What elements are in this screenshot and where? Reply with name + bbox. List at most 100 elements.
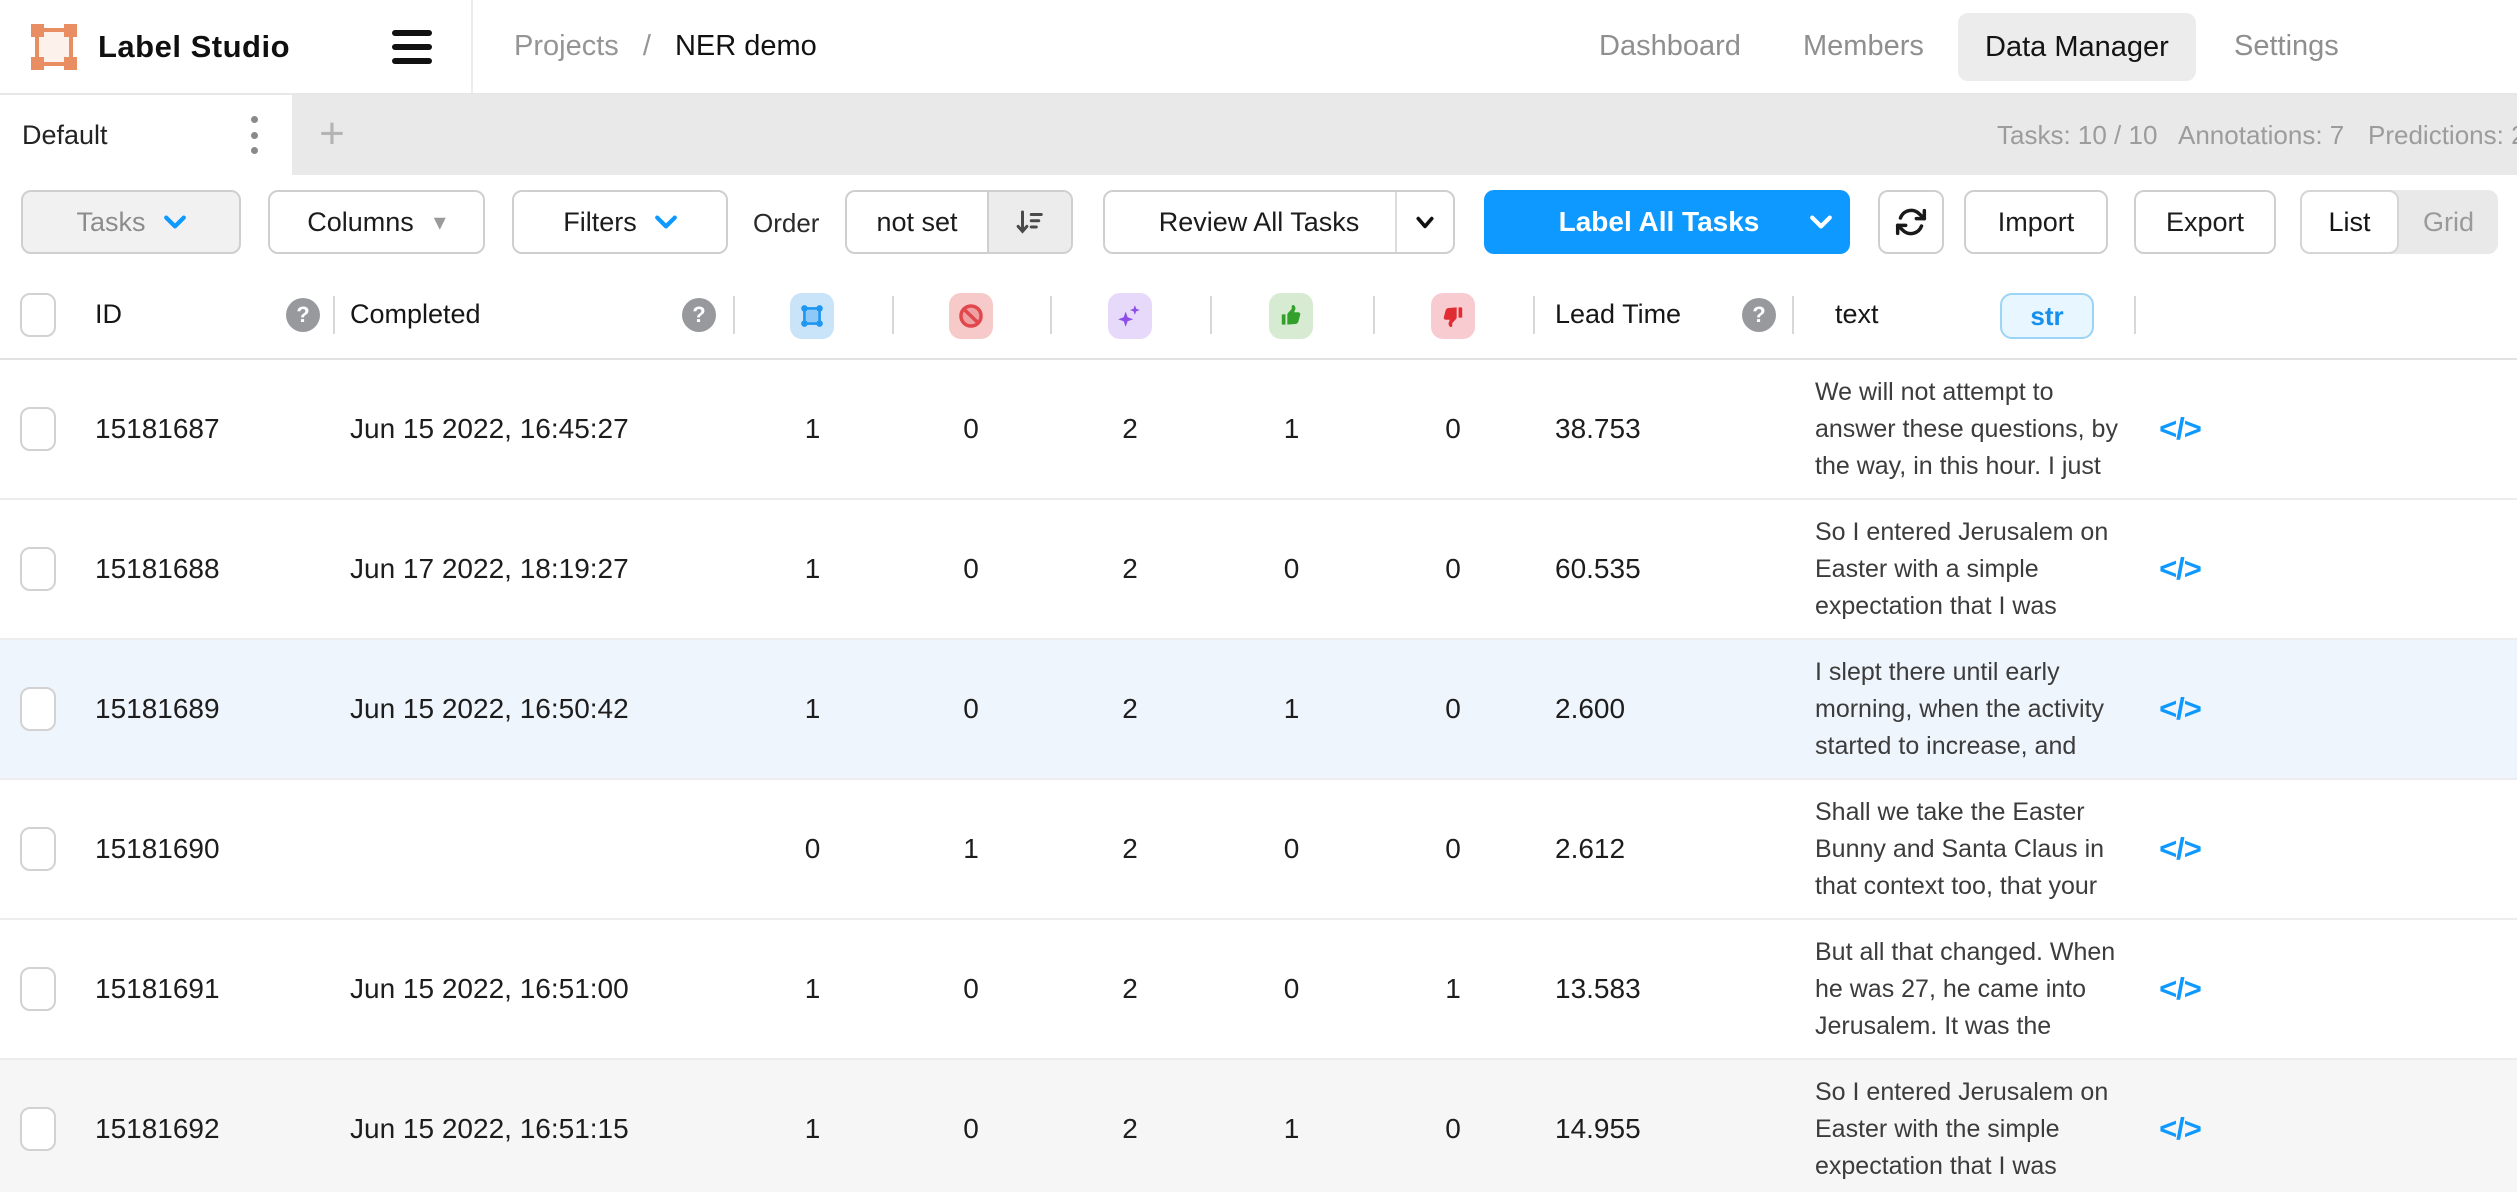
review-all-tasks-button[interactable]: Review All Tasks — [1103, 190, 1455, 254]
chevron-down-icon — [655, 215, 677, 229]
breadcrumb-projects-link[interactable]: Projects — [514, 30, 619, 62]
row-checkbox[interactable] — [20, 967, 56, 1011]
annotations-value: 1 — [733, 360, 892, 498]
table-row[interactable]: 15181691 Jun 15 2022, 16:51:00 1 0 2 0 1… — [0, 920, 2517, 1060]
brand-title: Label Studio — [98, 0, 290, 93]
tab-options-kebab-icon[interactable] — [244, 116, 264, 154]
view-source-icon[interactable]: </> — [2135, 920, 2225, 1058]
completed-at: Jun 17 2022, 18:19:27 — [350, 500, 629, 638]
column-resize-handle[interactable] — [1050, 296, 1052, 334]
column-header-cancelled-annotations[interactable] — [949, 293, 993, 339]
chevron-down-icon — [164, 215, 186, 229]
column-resize-handle[interactable] — [333, 296, 335, 334]
predictions-value: 2 — [1050, 500, 1210, 638]
column-resize-handle[interactable] — [2134, 296, 2136, 334]
rejected-value: 0 — [1373, 1060, 1533, 1192]
lead-time-value: 2.612 — [1555, 780, 1625, 918]
view-source-icon[interactable]: </> — [2135, 640, 2225, 778]
lead-time-value: 14.955 — [1555, 1060, 1641, 1192]
view-source-icon[interactable]: </> — [2135, 780, 2225, 918]
nav-settings[interactable]: Settings — [2234, 0, 2339, 93]
header-divider — [471, 0, 473, 93]
view-tabs-bar: Default + Tasks: 10 / 10 Annotations: 7 … — [0, 95, 2517, 175]
column-resize-handle[interactable] — [1533, 296, 1535, 334]
predictions-value: 2 — [1050, 920, 1210, 1058]
column-resize-handle[interactable] — [1792, 296, 1794, 334]
view-grid-button[interactable]: Grid — [2399, 190, 2498, 254]
rejected-value: 0 — [1373, 360, 1533, 498]
add-tab-button[interactable]: + — [300, 95, 364, 173]
refresh-button[interactable] — [1878, 190, 1944, 254]
review-dropdown-toggle[interactable] — [1395, 192, 1453, 252]
import-button[interactable]: Import — [1964, 190, 2108, 254]
task-id: 15181691 — [95, 920, 220, 1058]
tasks-dropdown-button[interactable]: Tasks — [21, 190, 241, 254]
label-dropdown-toggle[interactable] — [1810, 190, 1832, 254]
label-all-tasks-button[interactable]: Label All Tasks — [1484, 190, 1850, 254]
column-header-annotations[interactable] — [790, 293, 834, 339]
column-header-lead-time[interactable]: Lead Time — [1555, 271, 1681, 358]
rejected-value: 1 — [1373, 920, 1533, 1058]
row-checkbox[interactable] — [20, 687, 56, 731]
column-resize-handle[interactable] — [1373, 296, 1375, 334]
data-manager-page: Label Studio Projects / NER demo Dashboa… — [0, 0, 2517, 1192]
annotations-value: 0 — [733, 780, 892, 918]
row-checkbox[interactable] — [20, 1107, 56, 1151]
annotations-icon — [799, 303, 825, 329]
thumbs-up-icon — [1278, 303, 1304, 329]
annotations-value: 1 — [733, 500, 892, 638]
nav-data-manager-active[interactable]: Data Manager — [1958, 13, 2196, 81]
nav-members[interactable]: Members — [1803, 0, 1924, 93]
table-row[interactable]: 15181690 0 1 2 0 0 2.612 Shall we take t… — [0, 780, 2517, 920]
view-source-icon[interactable]: </> — [2135, 360, 2225, 498]
accepted-value: 1 — [1210, 360, 1373, 498]
column-resize-handle[interactable] — [892, 296, 894, 334]
column-header-text[interactable]: text — [1835, 271, 1879, 358]
nav-dashboard[interactable]: Dashboard — [1599, 0, 1741, 93]
text-preview: Shall we take the Easter Bunny and Santa… — [1815, 780, 2120, 918]
row-checkbox[interactable] — [20, 827, 56, 871]
order-label: Order — [753, 175, 819, 271]
id-help-icon[interactable]: ? — [286, 298, 320, 332]
annotations-value: 1 — [733, 920, 892, 1058]
task-id: 15181692 — [95, 1060, 220, 1192]
tab-default-label: Default — [22, 95, 108, 175]
filters-dropdown-button[interactable]: Filters — [512, 190, 728, 254]
predictions-value: 2 — [1050, 360, 1210, 498]
table-row[interactable]: 15181692 Jun 15 2022, 16:51:15 1 0 2 1 0… — [0, 1060, 2517, 1192]
view-source-icon[interactable]: </> — [2135, 500, 2225, 638]
table-row-selected[interactable]: 15181689 Jun 15 2022, 16:50:42 1 0 2 1 0… — [0, 640, 2517, 780]
accepted-value: 0 — [1210, 500, 1373, 638]
refresh-icon — [1895, 206, 1927, 238]
cancelled-value: 0 — [892, 640, 1050, 778]
column-header-accepted[interactable] — [1269, 293, 1313, 339]
tab-default[interactable]: Default — [0, 95, 292, 175]
row-checkbox[interactable] — [20, 407, 56, 451]
table-row[interactable]: 15181687 Jun 15 2022, 16:45:27 1 0 2 1 0… — [0, 360, 2517, 500]
annotations-count: Annotations: 7 — [2178, 95, 2344, 175]
cancelled-value: 1 — [892, 780, 1050, 918]
completed-help-icon[interactable]: ? — [682, 298, 716, 332]
column-header-id[interactable]: ID — [95, 271, 122, 358]
column-header-predictions[interactable] — [1108, 293, 1152, 339]
select-all-checkbox[interactable] — [20, 293, 56, 337]
column-header-completed[interactable]: Completed — [350, 271, 481, 358]
row-checkbox[interactable] — [20, 547, 56, 591]
caret-down-icon: ▾ — [434, 208, 446, 237]
column-header-rejected[interactable] — [1431, 293, 1475, 339]
order-value[interactable]: not set — [847, 192, 987, 252]
view-source-icon[interactable]: </> — [2135, 1060, 2225, 1192]
column-resize-handle[interactable] — [733, 296, 735, 334]
sort-direction-button[interactable] — [987, 192, 1071, 252]
hamburger-menu-icon[interactable] — [392, 30, 432, 64]
task-table-body: 15181687 Jun 15 2022, 16:45:27 1 0 2 1 0… — [0, 360, 2517, 1192]
order-control[interactable]: not set — [845, 190, 1073, 254]
table-row[interactable]: 15181688 Jun 17 2022, 18:19:27 1 0 2 0 0… — [0, 500, 2517, 640]
export-button[interactable]: Export — [2134, 190, 2276, 254]
lead-time-value: 60.535 — [1555, 500, 1641, 638]
lead-time-help-icon[interactable]: ? — [1742, 298, 1776, 332]
data-manager-toolbar: Tasks Columns ▾ Filters Order not set Re… — [0, 175, 2517, 271]
columns-dropdown-button[interactable]: Columns ▾ — [268, 190, 485, 254]
view-list-button[interactable]: List — [2300, 190, 2399, 254]
column-resize-handle[interactable] — [1210, 296, 1212, 334]
